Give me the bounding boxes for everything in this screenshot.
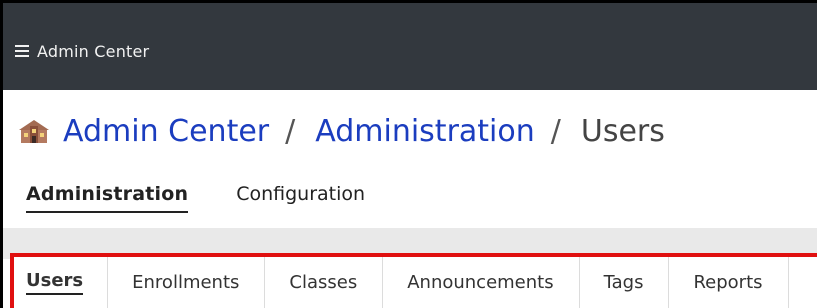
topbar-title: Admin Center (37, 41, 150, 61)
hamburger-menu-icon (15, 45, 29, 57)
tab-users[interactable]: Users (14, 257, 109, 308)
tab-tags[interactable]: Tags (580, 257, 670, 308)
tab-label: Reports (693, 272, 763, 293)
top-bar: Admin Center (3, 3, 817, 90)
tab-label: Announcements (407, 272, 554, 293)
tab-reports[interactable]: Reports (669, 257, 789, 308)
tab-classes[interactable]: Classes (265, 257, 384, 308)
tab-label: Users (26, 270, 84, 295)
school-building-icon (19, 120, 49, 143)
breadcrumb-administration-link[interactable]: Administration (315, 114, 535, 149)
breadcrumb-separator: / (285, 113, 296, 149)
tab-label: Classes (289, 272, 358, 293)
highlighted-tabs-region: Users Enrollments Classes Announcements … (10, 253, 817, 308)
section-nav-configuration[interactable]: Configuration (236, 183, 365, 211)
section-nav-administration[interactable]: Administration (26, 183, 189, 213)
tab-label: Enrollments (132, 272, 240, 293)
menu-toggle-button[interactable]: Admin Center (15, 37, 149, 65)
breadcrumb-separator: / (550, 113, 561, 149)
tab-enrollments[interactable]: Enrollments (108, 257, 266, 308)
tab-bar: Users Enrollments Classes Announcements … (14, 257, 789, 308)
breadcrumb-current-page: Users (580, 113, 665, 149)
breadcrumb-admin-center-link[interactable]: Admin Center (63, 114, 269, 149)
tab-label: Tags (603, 272, 644, 293)
section-nav: Administration Configuration (26, 183, 413, 213)
tab-announcements[interactable]: Announcements (383, 257, 580, 308)
breadcrumb: Admin Center / Administration / Users (17, 108, 665, 154)
